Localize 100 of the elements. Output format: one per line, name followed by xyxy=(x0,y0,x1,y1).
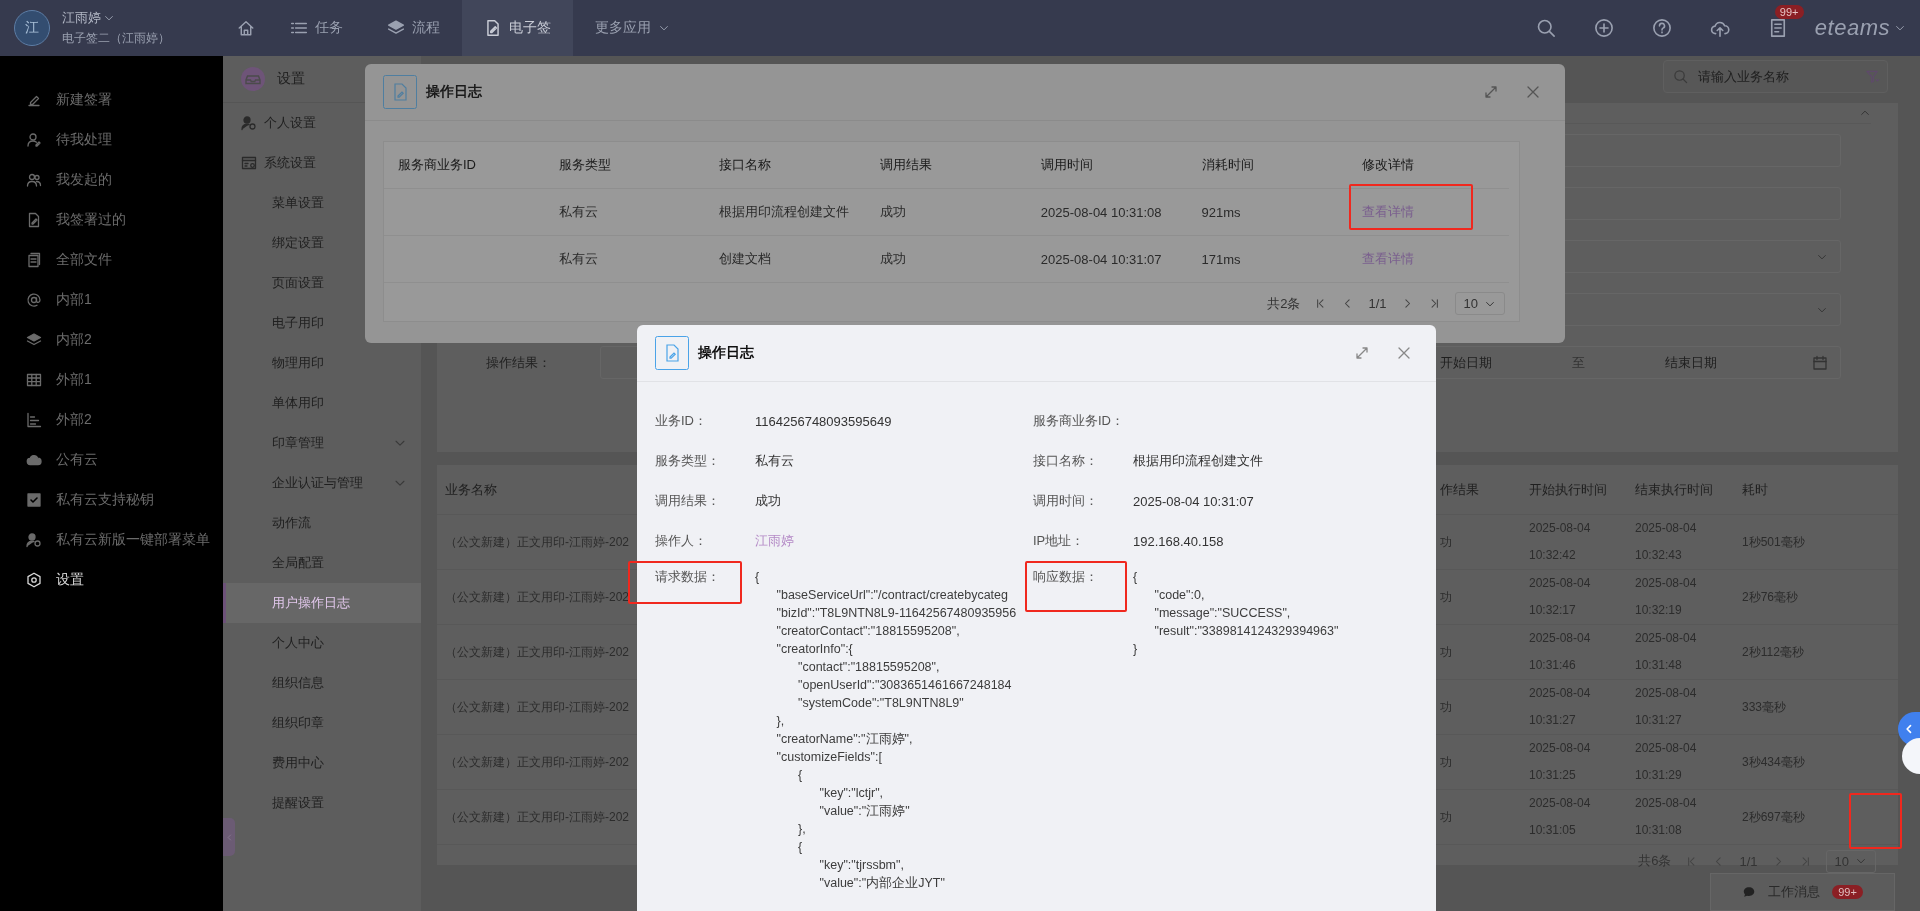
column-header: 作结果 xyxy=(1440,480,1479,499)
table-cell: 私有云 xyxy=(558,204,598,219)
code-line: "key":"tjrssbm", xyxy=(818,857,905,874)
calendar-icon xyxy=(1812,354,1828,371)
code-line: "value":"内部企业JYT" xyxy=(818,875,946,892)
sidebar-item[interactable]: 外部2 xyxy=(0,400,223,440)
page-size-select[interactable]: 10 xyxy=(1454,292,1505,315)
sidebar-item[interactable]: 公有云 xyxy=(0,440,223,480)
submenu-item[interactable]: 印章管理 xyxy=(223,423,421,463)
column-header: 消耗时间 xyxy=(1200,156,1255,174)
user-name[interactable]: 江雨婷 xyxy=(62,9,101,27)
column-header: 结束执行时间 xyxy=(1635,480,1713,499)
search-icon[interactable] xyxy=(1535,18,1556,38)
table-icon xyxy=(26,372,42,388)
column-header: 调用结果 xyxy=(879,156,934,174)
field-label: 调用时间： xyxy=(1033,493,1098,508)
field-value: 私有云 xyxy=(755,453,794,468)
submenu-item[interactable]: 提醒设置 xyxy=(223,783,421,823)
total-count: 共2条 xyxy=(1267,294,1301,313)
sidebar-item[interactable]: 外部1 xyxy=(0,360,223,400)
logo[interactable]: eteams xyxy=(1814,15,1890,41)
column-header: 业务名称 xyxy=(445,480,497,499)
side-panel-toggle[interactable] xyxy=(1898,712,1920,746)
notification-badge: 99+ xyxy=(1774,5,1804,19)
submenu-item[interactable]: 组织信息 xyxy=(223,663,421,703)
code-line: "systemCode":"T8L9NTN8L9" xyxy=(797,695,965,712)
submenu-item[interactable]: 个人中心 xyxy=(223,623,421,663)
submenu-item[interactable]: 单体用印 xyxy=(223,383,421,423)
layers-icon xyxy=(26,332,42,348)
column-header: 服务类型 xyxy=(557,156,612,174)
code-line: }, xyxy=(797,821,807,838)
close-icon[interactable] xyxy=(1525,84,1541,100)
collapse-handle[interactable] xyxy=(223,818,235,856)
close-icon[interactable] xyxy=(1396,345,1412,361)
user-settings-icon xyxy=(26,532,42,548)
column-header: 调用时间 xyxy=(1039,156,1094,174)
field-value: 1164256748093595649 xyxy=(755,413,892,429)
code-line: "result":"3389814124329394963" xyxy=(1153,623,1340,640)
submenu-item[interactable]: 动作流 xyxy=(223,503,421,543)
table-cell: 成功 xyxy=(880,204,907,219)
submenu-item[interactable]: 用户操作日志 xyxy=(223,583,421,623)
nav-tab[interactable]: 流程 xyxy=(365,0,462,56)
code-line: "code":0, xyxy=(1153,587,1206,604)
nav-tab[interactable]: 更多应用 xyxy=(573,0,692,56)
sidebar-item[interactable]: 我签署过的 xyxy=(0,200,223,240)
table-cell: 921ms xyxy=(1201,204,1241,220)
window-icon xyxy=(241,155,257,171)
field-label: 请求数据： xyxy=(655,569,720,584)
expand-icon[interactable] xyxy=(1354,345,1370,361)
nav-tab[interactable]: 电子签 xyxy=(462,0,573,56)
code-line: "customizeFields":[ xyxy=(775,749,883,766)
floating-button[interactable] xyxy=(1902,738,1920,774)
submenu-item[interactable]: 费用中心 xyxy=(223,743,421,783)
cloud-icon xyxy=(26,452,42,468)
sidebar-item[interactable]: 我发起的 xyxy=(0,160,223,200)
search-icon xyxy=(1673,69,1688,84)
sidebar-item[interactable]: 私有云新版一键部署菜单 xyxy=(0,520,223,560)
submenu-item[interactable]: 物理用印 xyxy=(223,343,421,383)
nav-tab[interactable]: 任务 xyxy=(268,0,365,56)
field-value: 成功 xyxy=(755,493,781,508)
submenu-item[interactable]: 个人设置 xyxy=(223,103,421,143)
sidebar-item[interactable]: 内部2 xyxy=(0,320,223,360)
column-header: 接口名称 xyxy=(718,156,773,174)
sidebar-item[interactable]: 私有云支持秘钥 xyxy=(0,480,223,520)
add-icon[interactable] xyxy=(1593,18,1614,38)
field-value: 根据用印流程创建文件 xyxy=(1133,453,1263,468)
column-header: 服务商业务ID xyxy=(397,156,477,174)
help-icon[interactable] xyxy=(1651,18,1672,38)
annotation-box xyxy=(1849,793,1902,849)
code-line: "creatorInfo":{ xyxy=(775,641,854,658)
people-icon xyxy=(26,172,42,188)
user-avatar[interactable]: 江 xyxy=(14,10,50,46)
submenu-item[interactable]: 企业认证与管理 xyxy=(223,463,421,503)
column-header: 耗时 xyxy=(1742,480,1768,499)
document-icon xyxy=(484,19,502,37)
field-value: 192.168.40.158 xyxy=(1133,533,1224,549)
checkbox-icon xyxy=(26,492,42,508)
expand-icon[interactable] xyxy=(1483,84,1499,100)
chat-icon xyxy=(1742,885,1757,899)
table-cell: 根据用印流程创建文件 xyxy=(719,204,850,219)
sidebar-item[interactable]: 内部1 xyxy=(0,280,223,320)
at-sign-icon xyxy=(26,292,42,308)
code-line: "key":"lctjr", xyxy=(818,785,885,802)
submenu-item[interactable]: 全局配置 xyxy=(223,543,421,583)
home-icon[interactable] xyxy=(237,19,255,37)
chevron-left-icon xyxy=(224,832,234,842)
field-label: 业务ID： xyxy=(655,413,707,428)
field-label: 服务商业务ID： xyxy=(1033,413,1124,428)
operator-link[interactable]: 江雨婷 xyxy=(755,533,794,548)
sidebar-item[interactable]: 全部文件 xyxy=(0,240,223,280)
dialog-title: 操作日志 xyxy=(698,344,754,362)
field-label: 响应数据： xyxy=(1033,569,1098,584)
sidebar-item[interactable]: 新建签署 xyxy=(0,80,223,120)
code-line: { xyxy=(797,839,804,856)
code-line: { xyxy=(755,569,761,586)
field-label: IP地址： xyxy=(1033,533,1085,548)
settings-icon xyxy=(26,572,42,588)
sidebar-item[interactable]: 待我处理 xyxy=(0,120,223,160)
submenu-item[interactable]: 组织印章 xyxy=(223,703,421,743)
sidebar-item[interactable]: 设置 xyxy=(0,560,223,600)
